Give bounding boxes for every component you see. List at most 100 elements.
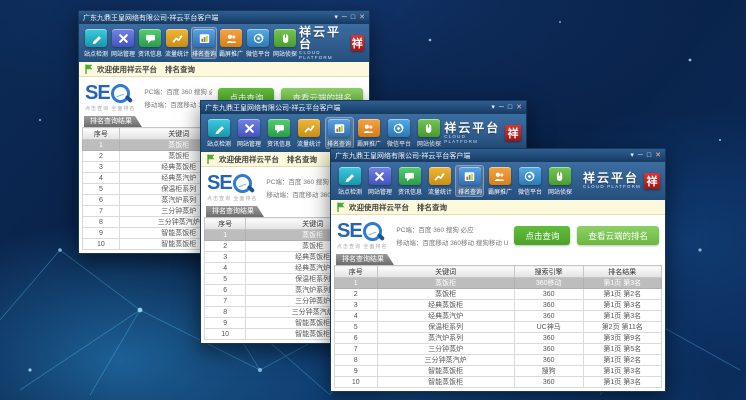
magnifier-icon bbox=[233, 174, 252, 193]
brand-logo: 祥云平台 CLOUD PLATFORM 祥 bbox=[299, 26, 365, 60]
minimize-button[interactable]: ─ bbox=[342, 13, 347, 22]
seo-tagline: 点击查询 全面排名 bbox=[337, 243, 387, 250]
minimize-button[interactable]: ─ bbox=[638, 151, 643, 160]
toolbar-item-site-manage[interactable]: 网站管理 bbox=[365, 165, 394, 197]
brand-logo: 祥云平台 CLOUD PLATFORM 祥 bbox=[583, 172, 661, 190]
line-chart-icon bbox=[298, 119, 320, 137]
close-button[interactable]: ✕ bbox=[516, 103, 522, 112]
cloud-ranking-button[interactable]: 查看云端的排名 bbox=[577, 226, 659, 245]
col-index[interactable]: 序号 bbox=[205, 218, 246, 230]
tools-icon bbox=[112, 29, 134, 47]
window-titlebar[interactable]: 广东九鼎王皇网络有限公司-祥云平台客户端 ▾ ─ □ ✕ bbox=[331, 149, 665, 162]
welcome-text: 欢迎使用祥云平台 bbox=[97, 64, 157, 75]
close-button[interactable]: ✕ bbox=[655, 151, 661, 160]
window-titlebar[interactable]: 广东九鼎王皇网络有限公司-祥云平台客户端 ▾ ─ □ ✕ bbox=[79, 11, 369, 24]
col-index[interactable]: 序号 bbox=[83, 128, 120, 140]
minimize-button[interactable]: ─ bbox=[499, 103, 504, 112]
toolbar-item-ranking[interactable]: 排名查询 bbox=[455, 165, 484, 197]
line-chart-icon bbox=[166, 29, 188, 47]
col-engine[interactable]: 搜索引擎 bbox=[514, 266, 583, 278]
skin-button[interactable]: ▾ bbox=[491, 103, 495, 112]
toolbar-item-detective[interactable]: 网站侦探 bbox=[414, 117, 443, 149]
close-button[interactable]: ✕ bbox=[359, 13, 365, 22]
table-cell: 蒸饭柜 bbox=[377, 289, 514, 300]
tab-ranking-results[interactable]: 排名查询结果 bbox=[84, 116, 142, 127]
table-cell: 4 bbox=[205, 263, 246, 274]
results-tab-row: 排名查询结果 bbox=[331, 254, 665, 265]
table-row[interactable]: 3经典蒸饭柜360第1页 第3名 bbox=[335, 300, 662, 311]
toolbar-item-traffic[interactable]: 流量统计 bbox=[164, 27, 190, 59]
results-table-wrap: 序号 关键词 搜索引擎 排名结果 1蒸饭柜360移动第1页 第3名2蒸饭柜360… bbox=[331, 265, 665, 391]
seo-logo: SE 点击查询 全面排名 bbox=[337, 221, 387, 250]
query-button[interactable]: 点击查询 bbox=[514, 226, 570, 245]
toolbar-item-wechat[interactable]: 微信平台 bbox=[515, 165, 544, 197]
toolbar-item-wechat[interactable]: 微信平台 bbox=[245, 27, 271, 59]
toolbar-item-ranking[interactable]: 排名查询 bbox=[325, 117, 354, 149]
col-keyword[interactable]: 关键词 bbox=[377, 266, 514, 278]
table-cell: 第1页 第3名 bbox=[583, 278, 662, 289]
section-title: 排名查询 bbox=[165, 64, 195, 75]
toolbar-item-site-manage[interactable]: 网站管理 bbox=[235, 117, 264, 149]
radar-icon bbox=[247, 29, 269, 47]
users-icon bbox=[358, 119, 380, 137]
table-row[interactable]: 1蒸饭柜360移动第1页 第3名 bbox=[335, 278, 662, 289]
mouse-icon bbox=[274, 29, 296, 47]
skin-button[interactable]: ▾ bbox=[334, 13, 338, 22]
table-cell: 360 bbox=[514, 344, 583, 355]
table-cell: 9 bbox=[83, 228, 120, 239]
toolbar-item-site-manage[interactable]: 网站管理 bbox=[110, 27, 136, 59]
col-rank[interactable]: 排名结果 bbox=[583, 266, 662, 278]
table-row[interactable]: 10智能蒸饭柜360第1页 第3名 bbox=[335, 377, 662, 388]
table-cell: 360 bbox=[514, 355, 583, 366]
table-row[interactable]: 7三分钟蒸炉360第1页 第5名 bbox=[335, 344, 662, 355]
table-row[interactable]: 5保温柜系列UC神马第2页 第11名 bbox=[335, 322, 662, 333]
toolbar-item-traffic[interactable]: 流量统计 bbox=[425, 165, 454, 197]
table-cell: 三分钟蒸汽炉 bbox=[377, 355, 514, 366]
mouse-icon bbox=[418, 119, 440, 137]
toolbar-item-site-check[interactable]: 站点检测 bbox=[205, 117, 234, 149]
table-cell: 2 bbox=[205, 241, 246, 252]
maximize-button[interactable]: □ bbox=[351, 13, 355, 22]
table-cell: 第1页 第2名 bbox=[583, 355, 662, 366]
toolbar-item-site-check[interactable]: 站点检测 bbox=[335, 165, 364, 197]
seo-tagline: 点击查询 全面排名 bbox=[207, 195, 257, 202]
toolbar-item-info[interactable]: 资讯信息 bbox=[395, 165, 424, 197]
table-cell: 10 bbox=[335, 377, 378, 388]
table-cell: 搜狗 bbox=[514, 366, 583, 377]
toolbar-item-detective[interactable]: 网站侦探 bbox=[272, 27, 298, 59]
toolbar-item-site-check[interactable]: 站点检测 bbox=[83, 27, 109, 59]
table-row[interactable]: 2蒸饭柜360第1页 第2名 bbox=[335, 289, 662, 300]
toolbar-item-detective[interactable]: 网站侦探 bbox=[545, 165, 574, 197]
mouse-icon bbox=[549, 167, 571, 185]
toolbar-item-info[interactable]: 资讯信息 bbox=[265, 117, 294, 149]
table-cell: 智能蒸饭柜 bbox=[377, 377, 514, 388]
table-cell: 10 bbox=[83, 239, 120, 250]
maximize-button[interactable]: □ bbox=[508, 103, 512, 112]
section-title: 排名查询 bbox=[417, 202, 447, 213]
toolbar-item-promotion[interactable]: 霸屏推广 bbox=[218, 27, 244, 59]
col-index[interactable]: 序号 bbox=[335, 266, 378, 278]
tab-ranking-results[interactable]: 排名查询结果 bbox=[336, 254, 394, 265]
toolbar-item-info[interactable]: 资讯信息 bbox=[137, 27, 163, 59]
toolbar-item-traffic[interactable]: 流量统计 bbox=[295, 117, 324, 149]
toolbar-item-promotion[interactable]: 霸屏推广 bbox=[485, 165, 514, 197]
skin-button[interactable]: ▾ bbox=[630, 151, 634, 160]
toolbar-item-wechat[interactable]: 微信平台 bbox=[384, 117, 413, 149]
table-cell: 1 bbox=[335, 278, 378, 289]
table-row[interactable]: 9智能蒸饭柜搜狗第1页 第3名 bbox=[335, 366, 662, 377]
table-cell: 智能蒸饭柜 bbox=[377, 366, 514, 377]
table-cell: 8 bbox=[205, 307, 246, 318]
toolbar-item-ranking[interactable]: 排名查询 bbox=[191, 27, 217, 59]
table-row[interactable]: 4经典蒸汽炉360第1页 第3名 bbox=[335, 311, 662, 322]
toolbar-item-promotion[interactable]: 霸屏推广 bbox=[355, 117, 384, 149]
tab-ranking-results[interactable]: 排名查询结果 bbox=[206, 206, 264, 217]
table-row[interactable]: 6蒸汽炉系列360第3页 第9名 bbox=[335, 333, 662, 344]
bar-chart-icon bbox=[328, 119, 350, 137]
window-titlebar[interactable]: 广东九鼎王皇网络有限公司-祥云平台客户端 ▾ ─ □ ✕ bbox=[201, 101, 526, 114]
table-cell: 10 bbox=[205, 329, 246, 340]
brand-name: 祥云平台 bbox=[583, 172, 639, 184]
bar-chart-icon bbox=[193, 29, 215, 47]
brand-name: 祥云平台 bbox=[444, 122, 500, 134]
table-row[interactable]: 8三分钟蒸汽炉360第1页 第2名 bbox=[335, 355, 662, 366]
maximize-button[interactable]: □ bbox=[647, 151, 651, 160]
